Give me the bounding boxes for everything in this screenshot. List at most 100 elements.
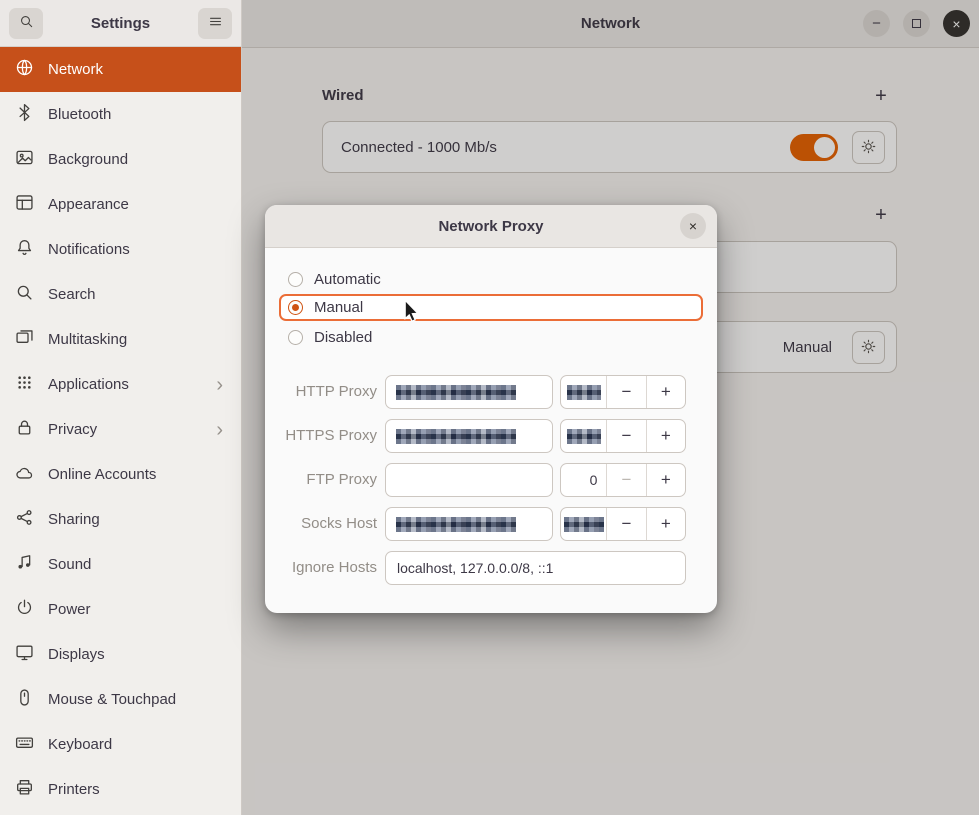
redacted-value xyxy=(396,385,516,400)
dialog-title: Network Proxy xyxy=(265,205,717,247)
sidebar-headerbar: Settings xyxy=(0,0,241,47)
plus-icon: + xyxy=(661,470,671,490)
dialog-headerbar: Network Proxy × xyxy=(265,205,717,248)
ftp-proxy-host-input[interactable] xyxy=(385,463,553,497)
power-icon xyxy=(14,597,35,622)
https-proxy-host-input[interactable] xyxy=(385,419,553,453)
lock-icon xyxy=(14,417,35,442)
increment-button[interactable]: + xyxy=(646,376,685,408)
sidebar-item-bluetooth[interactable]: Bluetooth xyxy=(0,92,241,137)
mouse-icon xyxy=(14,687,35,712)
proxy-option-automatic[interactable]: Automatic xyxy=(279,266,703,293)
socks-host-input[interactable] xyxy=(385,507,553,541)
sidebar-item-label: Power xyxy=(48,601,227,618)
https-proxy-row: HTTPS Proxy − + xyxy=(265,419,717,453)
sidebar-item-label: Network xyxy=(48,61,227,78)
decrement-button[interactable]: − xyxy=(606,420,645,452)
sidebar-item-privacy[interactable]: Privacy › xyxy=(0,407,241,452)
keyboard-icon xyxy=(14,732,35,757)
sidebar-item-label: Appearance xyxy=(48,196,227,213)
sidebar-item-search[interactable]: Search xyxy=(0,272,241,317)
dialog-close-button[interactable]: × xyxy=(680,213,706,239)
monitor-icon xyxy=(14,642,35,667)
option-label: Disabled xyxy=(314,329,372,346)
sidebar-item-background[interactable]: Background xyxy=(0,137,241,182)
sidebar-item-mouse-touchpad[interactable]: Mouse & Touchpad xyxy=(0,677,241,722)
multitasking-windows-icon xyxy=(14,327,35,352)
sidebar-item-label: Multitasking xyxy=(48,331,227,348)
bell-icon xyxy=(14,237,35,262)
sidebar-item-label: Bluetooth xyxy=(48,106,227,123)
sidebar-item-sharing[interactable]: Sharing xyxy=(0,497,241,542)
close-icon: × xyxy=(689,218,697,234)
increment-button[interactable]: + xyxy=(646,420,685,452)
apps-grid-icon xyxy=(14,372,35,397)
port-value: 0 xyxy=(561,464,606,496)
search-button[interactable] xyxy=(9,8,43,39)
sidebar-item-network[interactable]: Network xyxy=(0,47,241,92)
sidebar: Settings Network Bluetooth Background xyxy=(0,0,242,815)
decrement-button[interactable]: − xyxy=(606,464,645,496)
sidebar-nav: Network Bluetooth Background Appearance … xyxy=(0,47,241,815)
app-title: Settings xyxy=(49,15,192,32)
sidebar-item-multitasking[interactable]: Multitasking xyxy=(0,317,241,362)
music-note-icon xyxy=(14,552,35,577)
gnome-settings-window: Settings Network Bluetooth Background xyxy=(0,0,979,815)
ftp-proxy-port-spinner[interactable]: 0 − + xyxy=(560,463,686,497)
http-proxy-port-spinner[interactable]: − + xyxy=(560,375,686,409)
ignore-hosts-row: Ignore Hosts localhost, 127.0.0.0/8, ::1 xyxy=(265,551,717,585)
network-proxy-dialog: Network Proxy × Automatic Manual Disable… xyxy=(265,205,717,613)
sidebar-item-label: Notifications xyxy=(48,241,227,258)
bluetooth-icon xyxy=(14,102,35,127)
sidebar-item-applications[interactable]: Applications › xyxy=(0,362,241,407)
http-proxy-row: HTTP Proxy − + xyxy=(265,375,717,409)
ignore-hosts-input[interactable]: localhost, 127.0.0.0/8, ::1 xyxy=(385,551,686,585)
network-globe-icon xyxy=(14,57,35,82)
sidebar-item-power[interactable]: Power xyxy=(0,587,241,632)
option-label: Automatic xyxy=(314,271,381,288)
ftp-proxy-label: FTP Proxy xyxy=(265,463,377,497)
increment-button[interactable]: + xyxy=(646,508,685,540)
port-value xyxy=(561,420,606,452)
redacted-value xyxy=(567,429,601,444)
radio-checked-icon xyxy=(288,300,303,315)
chevron-right-icon: › xyxy=(216,420,227,440)
ignore-hosts-value: localhost, 127.0.0.0/8, ::1 xyxy=(397,552,553,584)
sidebar-item-label: Mouse & Touchpad xyxy=(48,691,227,708)
sidebar-item-keyboard[interactable]: Keyboard xyxy=(0,722,241,767)
minus-icon: − xyxy=(622,470,632,490)
primary-menu-button[interactable] xyxy=(198,8,232,39)
sidebar-item-label: Displays xyxy=(48,646,227,663)
increment-button[interactable]: + xyxy=(646,464,685,496)
share-nodes-icon xyxy=(14,507,35,532)
sidebar-item-sound[interactable]: Sound xyxy=(0,542,241,587)
proxy-option-disabled[interactable]: Disabled xyxy=(279,324,703,351)
sidebar-item-printers[interactable]: Printers xyxy=(0,767,241,812)
search-icon xyxy=(14,282,35,307)
sidebar-item-appearance[interactable]: Appearance xyxy=(0,182,241,227)
decrement-button[interactable]: − xyxy=(606,376,645,408)
plus-icon: + xyxy=(661,382,671,402)
http-proxy-host-input[interactable] xyxy=(385,375,553,409)
https-proxy-port-spinner[interactable]: − + xyxy=(560,419,686,453)
redacted-value xyxy=(396,429,516,444)
redacted-value xyxy=(567,385,601,400)
sidebar-item-label: Search xyxy=(48,286,227,303)
minus-icon: − xyxy=(621,426,631,446)
socks-port-spinner[interactable]: − + xyxy=(560,507,686,541)
background-image-icon xyxy=(14,147,35,172)
ftp-proxy-row: FTP Proxy 0 − + xyxy=(265,463,717,497)
option-label: Manual xyxy=(314,299,363,316)
decrement-button[interactable]: − xyxy=(606,508,645,540)
radio-unchecked-icon xyxy=(288,330,303,345)
sidebar-item-notifications[interactable]: Notifications xyxy=(0,227,241,272)
sidebar-item-displays[interactable]: Displays xyxy=(0,632,241,677)
hamburger-menu-icon xyxy=(207,13,224,33)
proxy-option-manual[interactable]: Manual xyxy=(279,294,703,321)
sidebar-item-online-accounts[interactable]: Online Accounts xyxy=(0,452,241,497)
mouse-cursor xyxy=(403,299,420,323)
sidebar-item-label: Privacy xyxy=(48,421,203,438)
socks-host-row: Socks Host − + xyxy=(265,507,717,541)
https-proxy-label: HTTPS Proxy xyxy=(265,419,377,453)
sidebar-item-label: Keyboard xyxy=(48,736,227,753)
